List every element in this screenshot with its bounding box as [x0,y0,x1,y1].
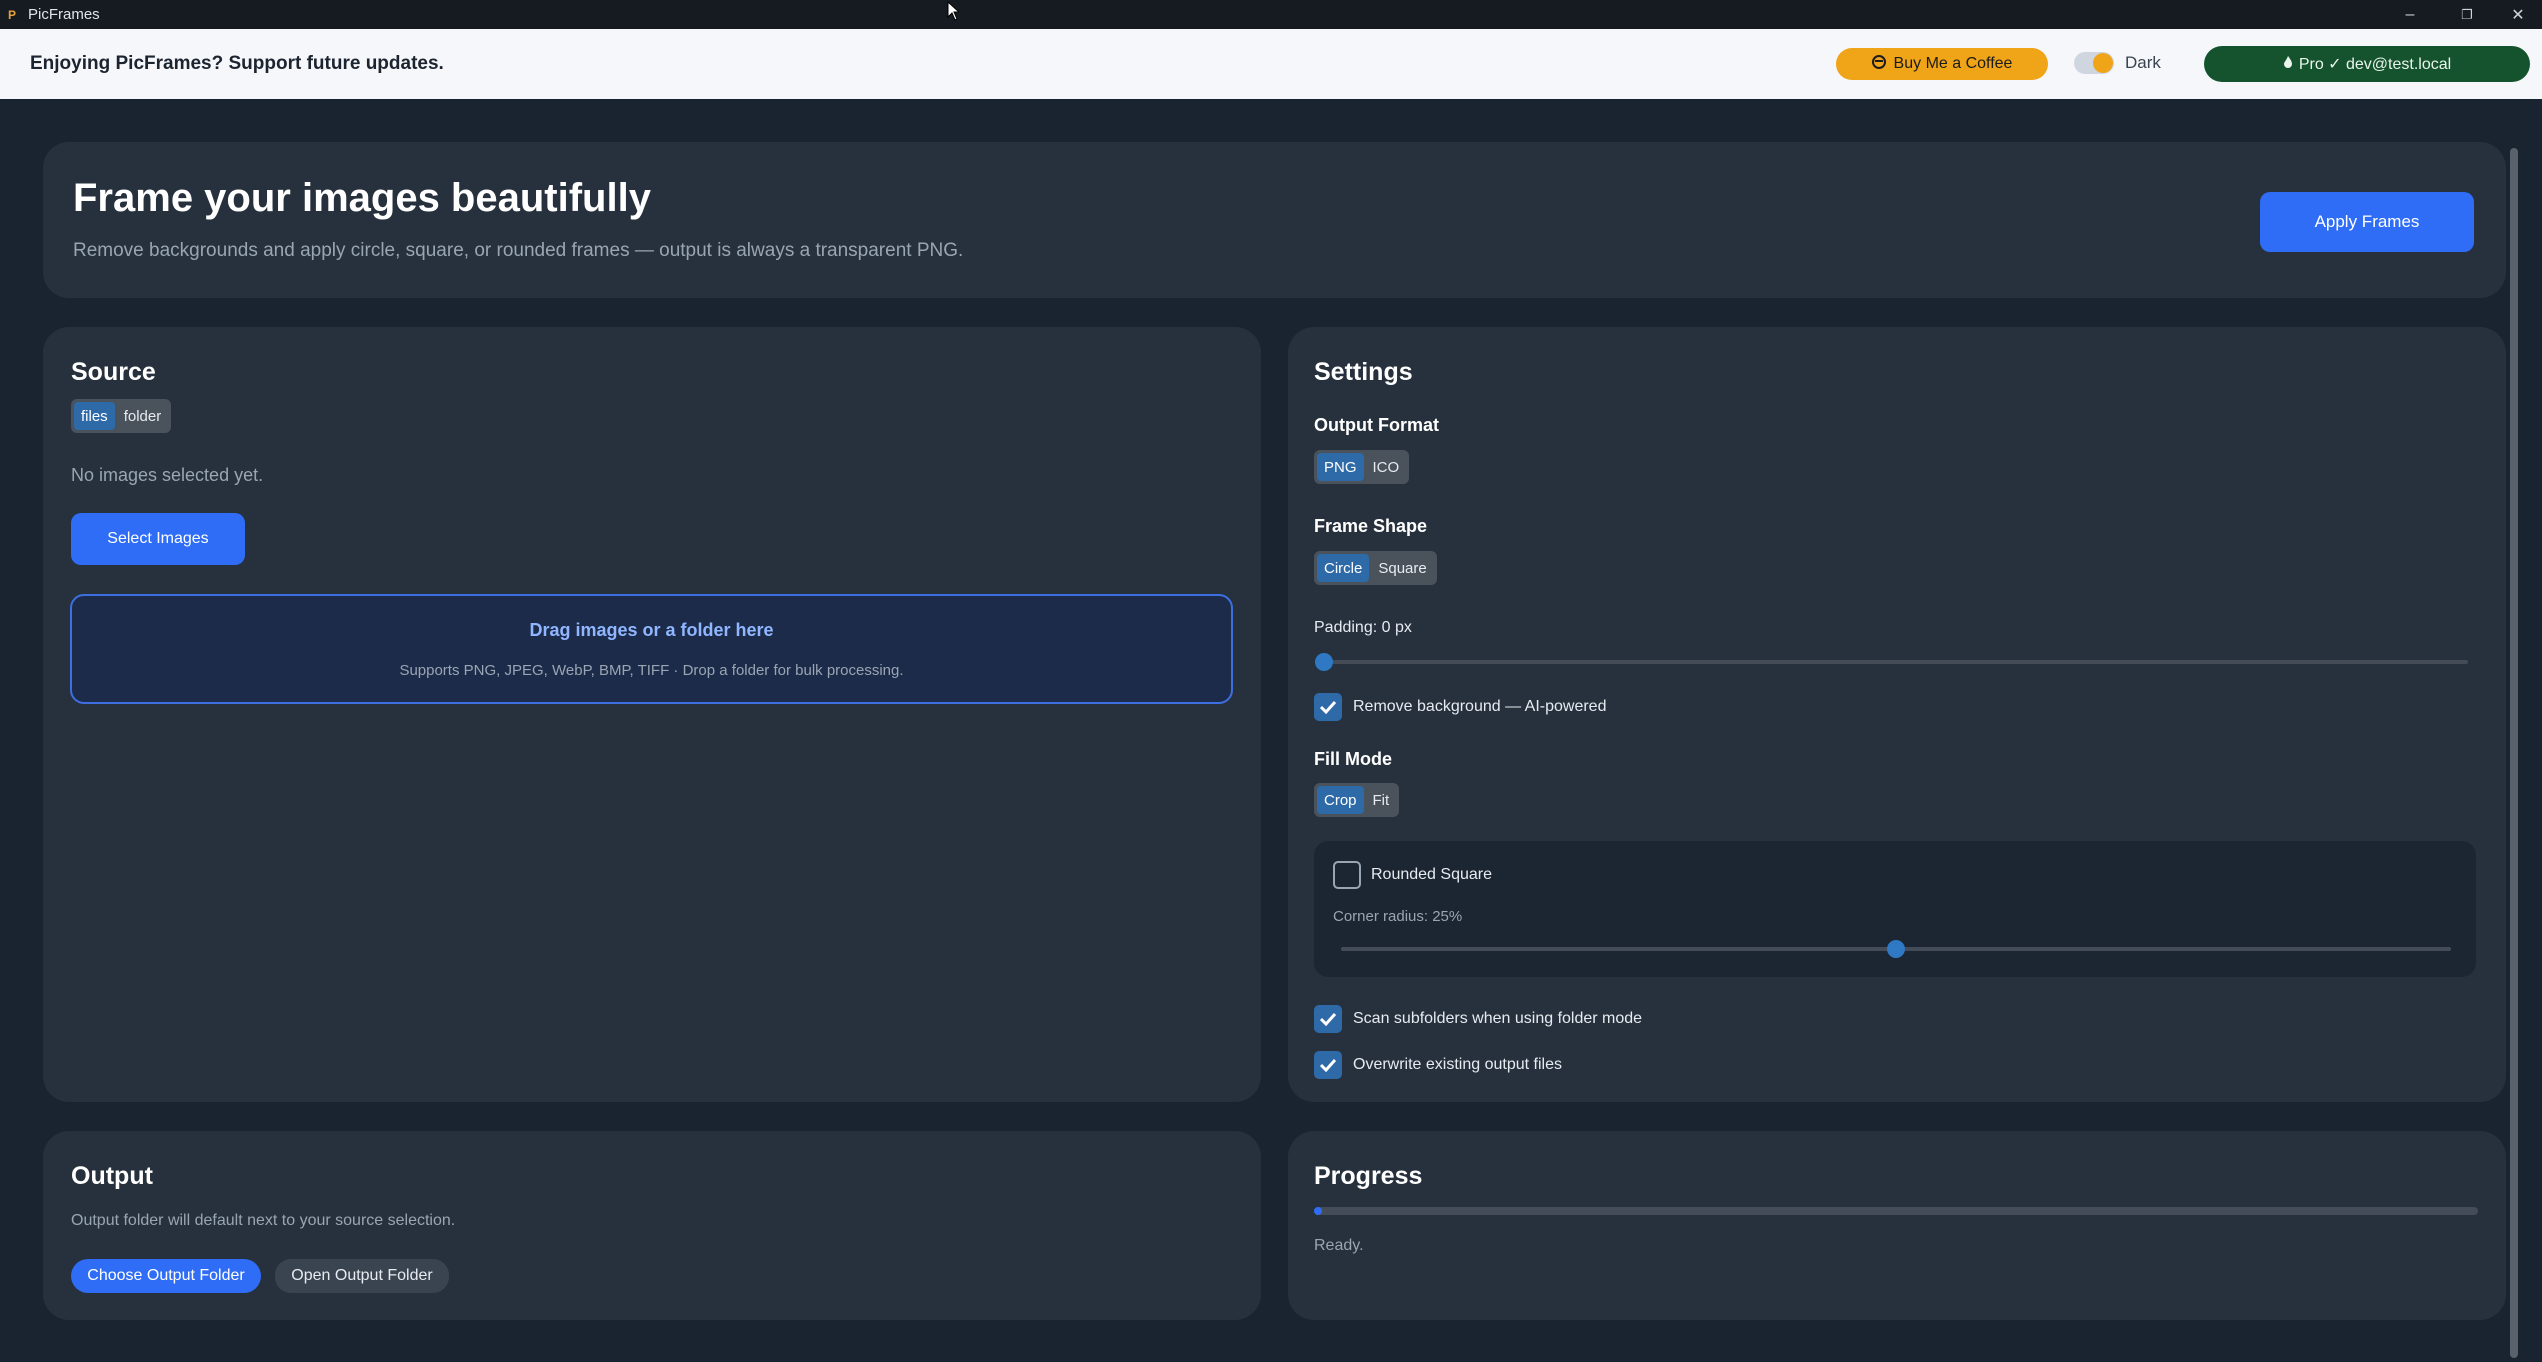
page-scrollbar[interactable] [2510,148,2518,1358]
output-info-text: Output folder will default next to your … [71,1212,456,1229]
pro-account-button[interactable]: Pro ✓ dev@test.local [2204,46,2530,82]
overwrite-checkbox[interactable] [1314,1051,1342,1079]
support-message: Enjoying PicFrames? Support future updat… [30,53,444,74]
frame-shape-label: Frame Shape [1314,516,1428,536]
apply-frames-button[interactable]: Apply Frames [2260,192,2474,252]
pro-label: Pro ✓ dev@test.local [2298,56,2452,73]
shape-circle-tab[interactable]: Circle [1317,554,1370,582]
progress-status: Ready. [1314,1237,1364,1254]
coffee-label: Buy Me a Coffee [1893,55,2013,72]
format-png-tab[interactable]: PNG [1317,453,1364,481]
fill-mode-switch: Crop Fit [1314,783,1400,817]
page-subtitle: Remove backgrounds and apply circle, squ… [73,240,964,261]
output-format-label: Output Format [1314,415,1439,435]
corner-radius-label: Corner radius: 25% [1333,908,1463,925]
open-output-folder-button[interactable]: Open Output Folder [275,1259,449,1293]
buy-me-a-coffee-button[interactable]: Buy Me a Coffee [1836,48,2048,80]
checkmark-icon [1319,1058,1337,1072]
shape-square-tab[interactable]: Square [1371,554,1433,582]
theme-toggle-knob [2093,53,2113,73]
scan-subfolders-checkbox[interactable] [1314,1005,1342,1033]
progress-bar [1314,1207,2478,1215]
output-title: Output [71,1162,153,1190]
fill-fit-tab[interactable]: Fit [1366,786,1397,814]
padding-label: Padding: 0 px [1314,619,1412,636]
flame-icon [2283,55,2293,74]
rounded-square-label: Rounded Square [1371,866,1492,883]
drop-zone-subtitle: Supports PNG, JPEG, WebP, BMP, TIFF · Dr… [399,662,904,679]
remove-background-label: Remove background — AI-powered [1353,698,1607,715]
source-mode-switch: files folder [71,399,172,433]
mode-folder-tab[interactable]: folder [117,402,169,430]
choose-output-folder-button[interactable]: Choose Output Folder [71,1259,261,1293]
hero-card: Frame your images beautifully Remove bac… [43,142,2506,298]
source-card [43,327,1261,1102]
minimize-button[interactable]: – [2386,0,2434,29]
progress-title: Progress [1314,1162,1423,1190]
scan-subfolders-label: Scan subfolders when using folder mode [1353,1010,1643,1027]
progress-card [1288,1131,2506,1320]
overwrite-label: Overwrite existing output files [1353,1056,1562,1073]
checkmark-icon [1319,1012,1337,1026]
padding-slider-track[interactable] [1324,660,2468,664]
padding-slider-thumb[interactable] [1315,653,1333,671]
app-logo-icon: P [8,7,17,22]
drop-zone-title: Drag images or a folder here [529,620,774,640]
window-title: PicFrames [28,6,100,23]
rounded-square-checkbox[interactable] [1333,861,1361,889]
mode-files-tab[interactable]: files [74,402,115,430]
restore-button[interactable]: ❐ [2443,0,2491,29]
progress-bar-fill [1314,1207,1322,1215]
settings-title: Settings [1314,358,1413,386]
remove-background-checkbox[interactable] [1314,693,1342,721]
fill-crop-tab[interactable]: Crop [1317,786,1364,814]
output-format-switch: PNG ICO [1314,450,1410,484]
page-title: Frame your images beautifully [73,176,651,220]
source-title: Source [71,358,156,386]
checkmark-icon [1319,700,1337,714]
title-bar: P PicFrames – ❐ ✕ [0,0,2542,29]
drop-zone[interactable]: Drag images or a folder here Supports PN… [70,594,1233,704]
frame-shape-switch: Circle Square [1314,551,1437,585]
select-images-button[interactable]: Select Images [71,513,245,565]
close-button[interactable]: ✕ [2494,0,2542,29]
no-images-text: No images selected yet. [71,465,264,485]
coffee-icon [1871,54,1886,74]
format-ico-tab[interactable]: ICO [1366,453,1407,481]
fill-mode-label: Fill Mode [1314,749,1392,769]
corner-radius-slider-thumb[interactable] [1887,940,1905,958]
theme-toggle[interactable] [2074,52,2114,74]
theme-label: Dark [2125,53,2161,72]
